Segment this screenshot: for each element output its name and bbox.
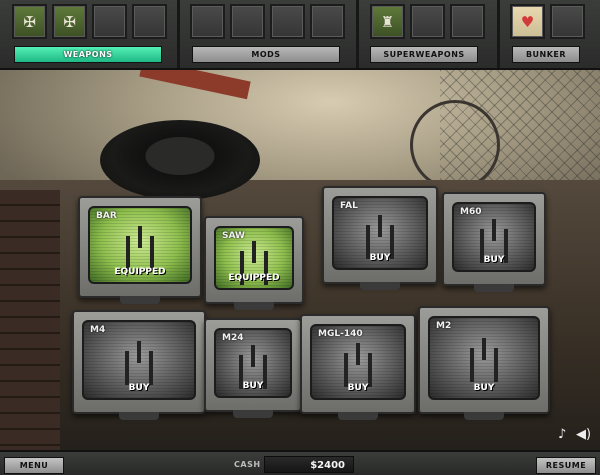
weapon-status: EQUIPPED	[228, 273, 280, 283]
weapon-monitor-mgl140[interactable]: MGL-140 BUY	[300, 314, 416, 420]
monitor-screen: M2 BUY	[428, 316, 540, 400]
weapon-status: BUY	[369, 253, 391, 263]
monitor-stand	[233, 410, 273, 418]
superweapon-slot-2[interactable]	[410, 4, 445, 39]
weapon-monitor-m24[interactable]: M24 BUY	[204, 318, 302, 418]
weapon-status: BUY	[347, 383, 369, 393]
weapon-name: MGL-140	[318, 329, 363, 339]
weapon-monitor-m2[interactable]: M2 BUY	[418, 306, 550, 420]
weapon-status: BUY	[128, 383, 150, 393]
monitor-stand	[338, 412, 378, 420]
rifle-icon: ✠	[63, 12, 76, 31]
weapon-slot-3[interactable]	[92, 4, 127, 39]
weapon-name: SAW	[222, 231, 245, 241]
monitor-stand	[234, 302, 274, 310]
cash-label: CASH	[234, 460, 261, 469]
monitor-screen: M60 BUY	[452, 202, 536, 272]
bottom-bar: MENU CASH $2400 RESUME	[0, 450, 600, 475]
armory-scene: BAR EQUIPPED SAW EQUIPPED FAL BUY M60 BU…	[0, 70, 600, 450]
mod-slot-4[interactable]	[310, 4, 345, 39]
weapon-name: FAL	[340, 201, 358, 211]
mod-slot-3[interactable]	[270, 4, 305, 39]
weapon-status: EQUIPPED	[114, 267, 166, 277]
gun-sight-icon	[470, 338, 498, 383]
rifle-icon: ✠	[23, 12, 36, 31]
monitor-screen: BAR EQUIPPED	[88, 206, 192, 284]
monitor-stand	[360, 282, 400, 290]
weapon-monitor-saw[interactable]: SAW EQUIPPED	[204, 216, 304, 310]
monitor-screen: M24 BUY	[214, 328, 292, 398]
cash-value: $2400	[264, 456, 354, 473]
tab-weapons[interactable]: WEAPONS	[14, 46, 162, 63]
speaker-icon[interactable]: ◀)	[576, 427, 591, 442]
heart-icon: ♥	[520, 12, 535, 31]
mods-group: MODS	[190, 4, 350, 64]
tab-superweapons[interactable]: SUPERWEAPONS	[370, 46, 478, 63]
mod-slot-1[interactable]	[190, 4, 225, 39]
monitor-screen: FAL BUY	[332, 196, 428, 270]
superweapon-slot-1[interactable]: ♜	[370, 4, 405, 39]
weapon-slot-2[interactable]: ✠	[52, 4, 87, 39]
weapon-slot-1[interactable]: ✠	[12, 4, 47, 39]
weapon-name: M2	[436, 321, 452, 331]
tab-bunker[interactable]: BUNKER	[512, 46, 580, 63]
category-bar: ✠ ✠ WEAPONS MODS ♜ SUPERWEAPONS ♥ BUNKER	[0, 0, 600, 70]
menu-button[interactable]: MENU	[4, 457, 64, 474]
weapon-monitor-bar[interactable]: BAR EQUIPPED	[78, 196, 202, 304]
monitor-screen: M4 BUY	[82, 320, 196, 400]
gun-sight-icon	[126, 226, 154, 271]
weapon-name: M4	[90, 325, 106, 335]
bunker-slot-1[interactable]: ♥	[510, 4, 545, 39]
weapon-slot-4[interactable]	[132, 4, 167, 39]
divider	[177, 0, 180, 68]
weapons-group: ✠ ✠ WEAPONS	[12, 4, 172, 64]
game-screen: ✠ ✠ WEAPONS MODS ♜ SUPERWEAPONS ♥ BUNKER	[0, 0, 600, 475]
monitor-stand	[464, 412, 504, 420]
music-note-icon[interactable]: ♪	[558, 427, 566, 442]
weapon-name: M24	[222, 333, 244, 343]
weapon-monitor-fal[interactable]: FAL BUY	[322, 186, 438, 290]
weapon-name: M60	[460, 207, 482, 217]
weapon-status: BUY	[473, 383, 495, 393]
mod-slot-2[interactable]	[230, 4, 265, 39]
wheel-debris	[410, 100, 500, 190]
bunker-group: ♥ BUNKER	[510, 4, 590, 64]
weapon-monitor-m60[interactable]: M60 BUY	[442, 192, 546, 292]
weapon-monitor-m4[interactable]: M4 BUY	[72, 310, 206, 420]
brick-wall	[0, 190, 60, 450]
monitor-stand	[120, 296, 160, 304]
divider	[356, 0, 359, 68]
monitor-screen: MGL-140 BUY	[310, 324, 406, 400]
weapon-status: BUY	[242, 381, 264, 391]
bunker-slot-2[interactable]	[550, 4, 585, 39]
divider	[497, 0, 500, 68]
soldier-icon: ♜	[380, 12, 395, 31]
gun-sight-icon	[125, 340, 153, 385]
monitor-screen: SAW EQUIPPED	[214, 226, 294, 290]
resume-button[interactable]: RESUME	[536, 457, 596, 474]
weapon-status: BUY	[483, 255, 505, 265]
tire-debris	[100, 120, 260, 200]
tab-mods[interactable]: MODS	[192, 46, 340, 63]
monitor-stand	[474, 284, 514, 292]
superweapon-slot-3[interactable]	[450, 4, 485, 39]
monitor-stand	[119, 412, 159, 420]
weapon-name: BAR	[96, 211, 117, 221]
superweapons-group: ♜ SUPERWEAPONS	[370, 4, 490, 64]
